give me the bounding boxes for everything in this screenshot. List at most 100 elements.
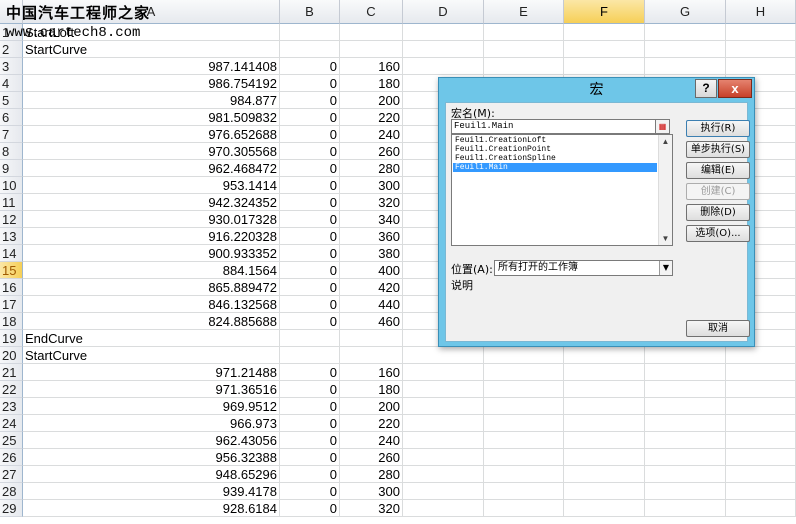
cell-empty[interactable] — [645, 398, 726, 415]
row-header[interactable]: 19 — [0, 330, 23, 347]
cell-empty[interactable] — [564, 381, 645, 398]
cell-empty[interactable] — [726, 381, 796, 398]
options-button[interactable]: 选项(O)... — [686, 225, 750, 242]
row-header[interactable]: 16 — [0, 279, 23, 296]
cell-empty[interactable] — [645, 432, 726, 449]
row-header[interactable]: 6 — [0, 109, 23, 126]
cell-c[interactable] — [340, 347, 403, 364]
scroll-down-icon[interactable]: ▼ — [659, 232, 672, 245]
list-scrollbar[interactable]: ▲ ▼ — [658, 135, 672, 245]
cell-a[interactable]: 962.468472 — [23, 160, 280, 177]
cell-empty[interactable] — [564, 483, 645, 500]
cell-empty[interactable] — [726, 432, 796, 449]
cell-c[interactable]: 440 — [340, 296, 403, 313]
cell-a[interactable]: EndCurve — [23, 330, 280, 347]
cell-b[interactable]: 0 — [280, 58, 340, 75]
cell-empty[interactable] — [564, 500, 645, 517]
list-item[interactable]: Feuil1.CreationPoint — [453, 145, 657, 154]
cell-empty[interactable] — [484, 364, 564, 381]
cell-empty[interactable] — [645, 347, 726, 364]
row-header[interactable]: 5 — [0, 92, 23, 109]
row-header[interactable]: 7 — [0, 126, 23, 143]
cell-empty[interactable] — [403, 41, 484, 58]
macro-list[interactable]: Feuil1.CreationLoft Feuil1.CreationPoint F… — [451, 134, 673, 246]
cell-empty[interactable] — [645, 364, 726, 381]
location-select[interactable]: 所有打开的工作簿 ▼ — [494, 260, 673, 276]
row-header[interactable]: 15 — [0, 262, 23, 279]
list-item[interactable]: Feuil1.Main — [453, 163, 657, 172]
edit-button[interactable]: 编辑(E) — [686, 162, 750, 179]
list-item[interactable]: Feuil1.CreationLoft — [453, 136, 657, 145]
row-header[interactable]: 24 — [0, 415, 23, 432]
cell-c[interactable] — [340, 330, 403, 347]
cell-c[interactable]: 460 — [340, 313, 403, 330]
scroll-up-icon[interactable]: ▲ — [659, 135, 672, 148]
row-header[interactable]: 10 — [0, 177, 23, 194]
row-header[interactable]: 27 — [0, 466, 23, 483]
cell-c[interactable]: 240 — [340, 432, 403, 449]
row-header[interactable]: 29 — [0, 500, 23, 517]
row-header[interactable]: 20 — [0, 347, 23, 364]
cell-b[interactable] — [280, 330, 340, 347]
cell-empty[interactable] — [564, 58, 645, 75]
cell-c[interactable]: 320 — [340, 500, 403, 517]
row-header[interactable]: 22 — [0, 381, 23, 398]
cell-b[interactable]: 0 — [280, 245, 340, 262]
cell-c[interactable]: 220 — [340, 415, 403, 432]
cell-empty[interactable] — [403, 415, 484, 432]
row-header[interactable]: 28 — [0, 483, 23, 500]
cell-a[interactable]: 976.652688 — [23, 126, 280, 143]
cell-c[interactable]: 320 — [340, 194, 403, 211]
cell-a[interactable]: 928.6184 — [23, 500, 280, 517]
column-header-h[interactable]: H — [726, 0, 796, 24]
cell-c[interactable]: 360 — [340, 228, 403, 245]
range-reference-icon[interactable]: ▦ — [655, 119, 670, 134]
row-header[interactable]: 26 — [0, 449, 23, 466]
cell-c[interactable]: 160 — [340, 364, 403, 381]
cell-empty[interactable] — [645, 381, 726, 398]
column-header-e[interactable]: E — [484, 0, 564, 24]
cell-empty[interactable] — [403, 364, 484, 381]
cell-empty[interactable] — [645, 41, 726, 58]
cell-b[interactable]: 0 — [280, 313, 340, 330]
row-header[interactable]: 12 — [0, 211, 23, 228]
cell-c[interactable]: 260 — [340, 143, 403, 160]
cell-empty[interactable] — [564, 364, 645, 381]
help-button[interactable]: ? — [695, 79, 717, 98]
cell-b[interactable]: 0 — [280, 211, 340, 228]
cell-a[interactable]: 939.4178 — [23, 483, 280, 500]
cell-b[interactable]: 0 — [280, 296, 340, 313]
cell-empty[interactable] — [726, 500, 796, 517]
column-header-b[interactable]: B — [280, 0, 340, 24]
row-header[interactable]: 11 — [0, 194, 23, 211]
cell-empty[interactable] — [726, 364, 796, 381]
row-header[interactable]: 17 — [0, 296, 23, 313]
delete-button[interactable]: 删除(D) — [686, 204, 750, 221]
cell-a[interactable]: 948.65296 — [23, 466, 280, 483]
cell-empty[interactable] — [726, 415, 796, 432]
cell-empty[interactable] — [484, 449, 564, 466]
cell-c[interactable]: 280 — [340, 160, 403, 177]
cell-empty[interactable] — [403, 483, 484, 500]
row-header[interactable]: 21 — [0, 364, 23, 381]
cell-empty[interactable] — [645, 24, 726, 41]
cell-a[interactable]: 966.973 — [23, 415, 280, 432]
cell-empty[interactable] — [726, 347, 796, 364]
cell-a[interactable]: 969.9512 — [23, 398, 280, 415]
cell-c[interactable]: 400 — [340, 262, 403, 279]
dialog-titlebar[interactable]: 宏 ? x — [439, 78, 754, 102]
cell-empty[interactable] — [484, 381, 564, 398]
column-header-c[interactable]: C — [340, 0, 403, 24]
cell-b[interactable]: 0 — [280, 466, 340, 483]
cell-empty[interactable] — [564, 41, 645, 58]
cell-c[interactable]: 340 — [340, 211, 403, 228]
column-header-f[interactable]: F — [564, 0, 645, 24]
cell-b[interactable]: 0 — [280, 398, 340, 415]
cell-empty[interactable] — [645, 500, 726, 517]
cell-c[interactable]: 260 — [340, 449, 403, 466]
cell-a[interactable]: 930.017328 — [23, 211, 280, 228]
cell-a[interactable]: 970.305568 — [23, 143, 280, 160]
cell-empty[interactable] — [564, 24, 645, 41]
column-header-d[interactable]: D — [403, 0, 484, 24]
cell-b[interactable]: 0 — [280, 500, 340, 517]
